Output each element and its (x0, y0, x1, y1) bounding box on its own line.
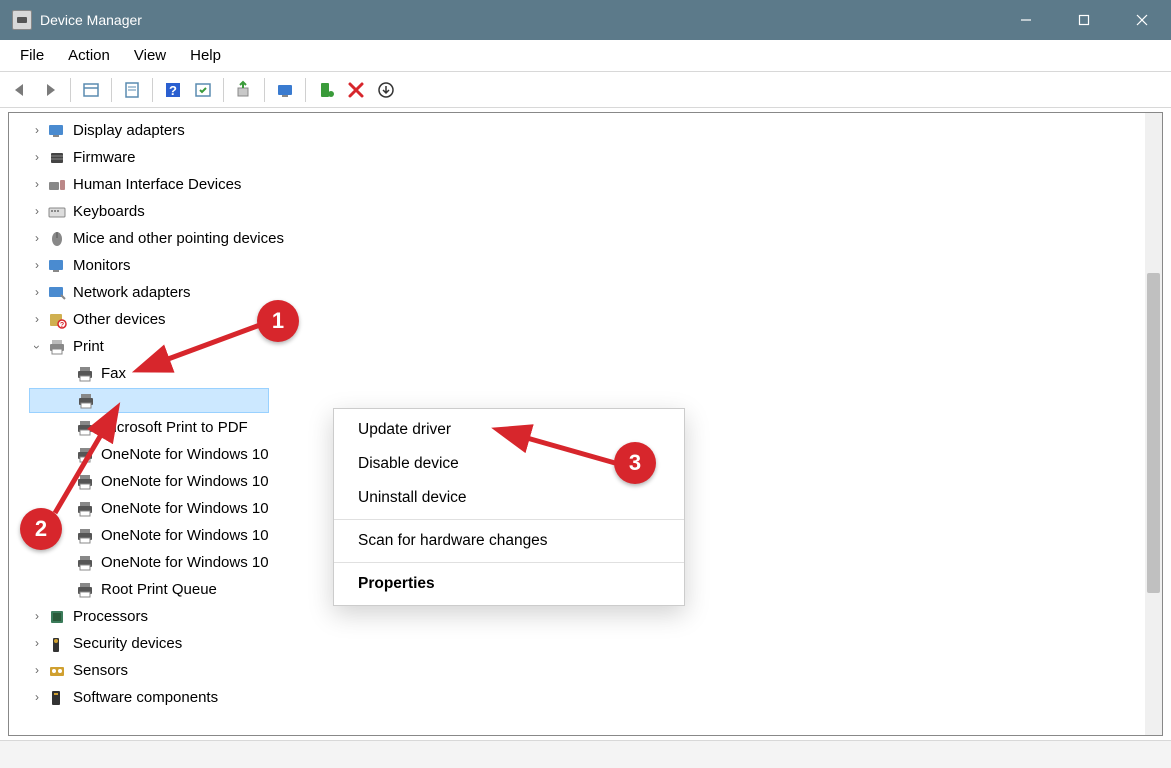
disable-device-button[interactable] (372, 76, 400, 104)
tree-item-label: Microsoft Print to PDF (101, 414, 248, 441)
chevron-right-icon[interactable]: › (29, 663, 45, 679)
tree-item-label: Firmware (73, 144, 136, 171)
back-button[interactable] (6, 76, 34, 104)
tree-item-hid[interactable]: › Human Interface Devices (29, 171, 1162, 198)
chevron-right-icon[interactable]: › (29, 204, 45, 220)
annotation-arrow-1 (150, 320, 270, 375)
tree-item-label: Processors (73, 603, 148, 630)
menu-view[interactable]: View (122, 43, 178, 68)
help-button[interactable]: ? (159, 76, 187, 104)
tree-item-software-components[interactable]: › Software components (29, 684, 1162, 711)
display-adapter-icon (47, 122, 67, 140)
annotation-arrow-2 (50, 418, 120, 523)
ctx-uninstall-device[interactable]: Uninstall device (334, 481, 684, 515)
menu-help[interactable]: Help (178, 43, 233, 68)
chevron-right-icon[interactable]: › (29, 690, 45, 706)
tree-item-label: Monitors (73, 252, 131, 279)
tree-item-label: Print (73, 333, 104, 360)
ctx-properties[interactable]: Properties (334, 567, 684, 601)
network-adapter-icon (47, 284, 67, 302)
tree-item-label: OneNote for Windows 10 (101, 495, 269, 522)
menubar: File Action View Help (0, 40, 1171, 72)
chevron-right-icon[interactable]: › (29, 177, 45, 193)
scan-hardware-button[interactable] (271, 76, 299, 104)
titlebar: Device Manager (0, 0, 1171, 40)
chevron-right-icon[interactable]: › (29, 150, 45, 166)
tree-item-label: Fax (101, 360, 126, 387)
tree-item-label: Human Interface Devices (73, 171, 241, 198)
svg-text:?: ? (60, 322, 64, 329)
tree-item-keyboards[interactable]: › Keyboards (29, 198, 1162, 225)
chevron-right-icon[interactable]: › (29, 609, 45, 625)
properties-button[interactable] (118, 76, 146, 104)
app-icon (12, 10, 32, 30)
tree-item-monitors[interactable]: › Monitors (29, 252, 1162, 279)
printer-icon (76, 392, 96, 410)
chevron-right-icon[interactable]: › (29, 123, 45, 139)
close-button[interactable] (1113, 0, 1171, 40)
tree-item-firmware[interactable]: › Firmware (29, 144, 1162, 171)
vertical-scrollbar[interactable] (1145, 113, 1162, 735)
firmware-icon (47, 149, 67, 167)
printer-icon (75, 554, 95, 572)
tree-item-sensors[interactable]: › Sensors (29, 657, 1162, 684)
other-devices-icon: ? (47, 311, 67, 329)
menu-action[interactable]: Action (56, 43, 122, 68)
svg-text:?: ? (169, 83, 177, 98)
window-title: Device Manager (40, 12, 142, 28)
scrollbar-thumb[interactable] (1147, 273, 1160, 593)
tree-item-network-adapters[interactable]: › Network adapters (29, 279, 1162, 306)
tree-item-label: Root Print Queue (101, 576, 217, 603)
tree-item-label: Sensors (73, 657, 128, 684)
context-menu: Update driver Disable device Uninstall d… (333, 408, 685, 606)
enable-device-button[interactable] (312, 76, 340, 104)
statusbar (0, 740, 1171, 768)
tree-item-mice[interactable]: › Mice and other pointing devices (29, 225, 1162, 252)
printer-icon (75, 365, 95, 383)
monitor-icon (47, 257, 67, 275)
ctx-scan-hardware[interactable]: Scan for hardware changes (334, 524, 684, 558)
ctx-separator (334, 562, 684, 563)
security-device-icon (47, 635, 67, 653)
tree-item-processors[interactable]: › Processors (29, 603, 1162, 630)
tree-item-label: Network adapters (73, 279, 191, 306)
ctx-separator (334, 519, 684, 520)
printer-icon (75, 581, 95, 599)
action-button[interactable] (189, 76, 217, 104)
tree-item-label: OneNote for Windows 10 (101, 549, 269, 576)
software-component-icon (47, 689, 67, 707)
mouse-icon (47, 230, 67, 248)
tree-item-label: Keyboards (73, 198, 145, 225)
tree-item-label: OneNote for Windows 10 (101, 441, 269, 468)
tree-item-display-adapters[interactable]: › Display adapters (29, 117, 1162, 144)
chevron-right-icon[interactable]: › (29, 231, 45, 247)
show-hide-tree-button[interactable] (77, 76, 105, 104)
menu-file[interactable]: File (8, 43, 56, 68)
keyboard-icon (47, 203, 67, 221)
chevron-right-icon[interactable]: › (29, 636, 45, 652)
tree-item-label: Mice and other pointing devices (73, 225, 284, 252)
processor-icon (47, 608, 67, 626)
chevron-right-icon[interactable]: › (29, 258, 45, 274)
update-driver-button[interactable] (230, 76, 258, 104)
tree-item-label: Software components (73, 684, 218, 711)
chevron-right-icon[interactable]: › (29, 312, 45, 328)
hid-icon (47, 176, 67, 194)
minimize-button[interactable] (997, 0, 1055, 40)
sensor-icon (47, 662, 67, 680)
tree-item-label: OneNote for Windows 10 (101, 522, 269, 549)
printer-icon (75, 527, 95, 545)
uninstall-device-button[interactable] (342, 76, 370, 104)
toolbar: ? (0, 72, 1171, 108)
tree-item-label: OneNote for Windows 10 (101, 468, 269, 495)
tree-item-security-devices[interactable]: › Security devices (29, 630, 1162, 657)
chevron-right-icon[interactable]: › (29, 285, 45, 301)
forward-button[interactable] (36, 76, 64, 104)
maximize-button[interactable] (1055, 0, 1113, 40)
annotation-arrow-3 (510, 428, 625, 478)
tree-item-label: Display adapters (73, 117, 185, 144)
tree-item-label: Security devices (73, 630, 182, 657)
tree-item-selected-printer[interactable] (29, 388, 269, 413)
chevron-down-icon[interactable]: › (29, 339, 45, 355)
